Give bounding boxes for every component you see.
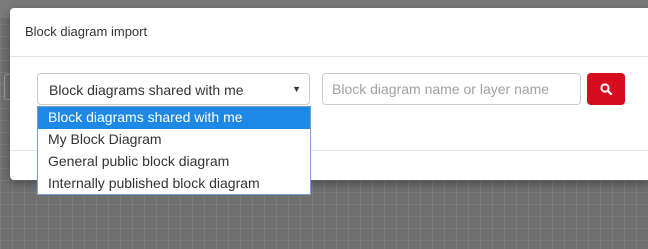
search-input[interactable] (322, 73, 581, 105)
dialog-header: Block diagram import (10, 8, 648, 57)
search-button[interactable] (587, 73, 625, 105)
diagram-filter-select[interactable]: Block diagrams shared with me ▼ (37, 73, 310, 105)
option-internally-published[interactable]: Internally published block diagram (38, 173, 310, 195)
diagram-filter-value: Block diagrams shared with me (49, 82, 244, 98)
option-shared-with-me[interactable]: Block diagrams shared with me (38, 107, 310, 129)
option-my-block-diagram[interactable]: My Block Diagram (38, 129, 310, 151)
dialog-title: Block diagram import (25, 24, 148, 39)
option-general-public[interactable]: General public block diagram (38, 151, 310, 173)
diagram-filter-options: Block diagrams shared with me My Block D… (37, 106, 311, 195)
chevron-down-icon: ▼ (292, 84, 301, 94)
search-icon (600, 83, 612, 95)
